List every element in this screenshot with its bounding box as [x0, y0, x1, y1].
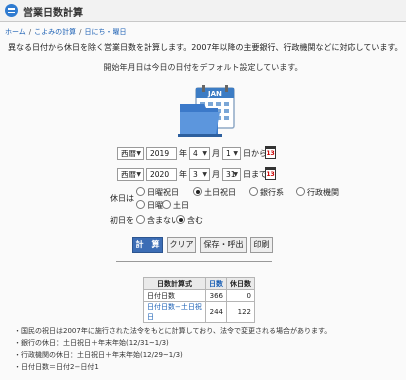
menu-list-icon	[5, 4, 18, 17]
radio-icon	[162, 200, 171, 209]
radio-selected-icon	[193, 187, 202, 196]
divider	[116, 261, 272, 262]
end-era-select[interactable]: 西暦 ▼	[117, 168, 144, 181]
holiday-option-sat-sun-holiday[interactable]: 土日祝日	[193, 187, 236, 198]
holiday-label: 休日は	[110, 194, 134, 203]
end-date-row: 西暦 ▼ 2020 年 3 ▼ 月 31 ▼ 日まで 13	[117, 167, 287, 182]
holiday-option-sunday[interactable]: 日曜	[136, 200, 163, 211]
end-day-suffix: 日まで	[243, 170, 267, 179]
footnote-item: ・国民の祝日は2007年に施行された法令をもとに計算しており、法令で変更される場…	[14, 327, 332, 335]
row-label: 日付日数	[143, 289, 206, 302]
radio-icon	[249, 187, 258, 196]
results-table: 日数計算式 日数 休日数 日付日数 366 0 日付日数−土日祝日 244 12…	[143, 277, 255, 323]
holiday-option-bank[interactable]: 銀行系	[249, 187, 284, 198]
table-row: 日付日数 366 0	[143, 289, 255, 302]
start-month-select[interactable]: 4 ▼	[189, 147, 210, 160]
footnote-item: ・行政機関の休日：土日祝日＋年末年始(12/29~1/3)	[14, 351, 183, 359]
end-calendar-icon[interactable]: 13	[265, 167, 276, 180]
footnote-item: ・銀行の休日：土日祝日＋年末年始(12/31~1/3)	[14, 339, 169, 347]
radio-selected-icon	[176, 215, 185, 224]
save-load-button[interactable]: 保存・呼出	[200, 237, 247, 253]
first-day-option-include[interactable]: 含む	[176, 215, 203, 226]
radio-icon	[136, 187, 145, 196]
breadcrumb-date-link[interactable]: 日にち・曜日	[85, 28, 127, 36]
first-day-option-exclude[interactable]: 含まない	[136, 215, 179, 226]
row-days: 244	[205, 301, 227, 323]
end-month-unit: 月	[212, 170, 220, 179]
results-header-row: 日数計算式 日数 休日数	[143, 277, 255, 290]
footnote-item: ・日付日数＝日付2−日付1	[14, 363, 99, 371]
breadcrumb-home-link[interactable]: ホーム	[5, 28, 26, 36]
calendar-illustration-icon: JAN	[178, 85, 235, 137]
start-day-select[interactable]: 1 ▼	[222, 147, 241, 160]
row-days: 366	[205, 289, 227, 302]
start-day-suffix: 日から	[243, 149, 267, 158]
print-button[interactable]: 印刷	[250, 237, 273, 253]
end-year-unit: 年	[179, 170, 187, 179]
breadcrumb-calendar-link[interactable]: こよみの計算	[34, 28, 76, 36]
end-month-select[interactable]: 3 ▼	[189, 168, 210, 181]
table-row: 日付日数−土日祝日 244 122	[143, 301, 255, 323]
radio-icon	[136, 215, 145, 224]
calculate-button[interactable]: 計 算	[132, 237, 163, 253]
start-year-unit: 年	[179, 149, 187, 158]
start-year-input[interactable]: 2019	[146, 147, 177, 160]
default-note: 開始年月日は今日の日付をデフォルト設定しています。	[103, 63, 303, 72]
holiday-option-weekend[interactable]: 土日	[162, 200, 189, 211]
page-description: 異なる日付から休日を除く営業日数を計算します。2007年以降の主要銀行、行政機関…	[8, 43, 403, 52]
breadcrumb: ホーム / こよみの計算 / 日にち・曜日	[5, 28, 127, 36]
header-holidays: 休日数	[226, 277, 255, 290]
app-header: 営業日数計算	[0, 0, 406, 22]
clear-button[interactable]: クリア	[167, 237, 196, 253]
end-year-input[interactable]: 2020	[146, 168, 177, 181]
start-era-select[interactable]: 西暦 ▼	[117, 147, 144, 160]
row-holidays: 122	[226, 301, 255, 323]
holiday-option-sun-holiday[interactable]: 日曜祝日	[136, 187, 179, 198]
calendar-month-label: JAN	[207, 90, 222, 98]
start-date-row: 西暦 ▼ 2019 年 4 ▼ 月 1 ▼ 日から 13	[117, 146, 287, 161]
radio-icon	[136, 200, 145, 209]
first-day-label: 初日を	[110, 216, 134, 225]
row-holidays: 0	[226, 289, 255, 302]
start-calendar-icon[interactable]: 13	[265, 146, 276, 159]
row-label: 日付日数−土日祝日	[143, 301, 206, 323]
radio-icon	[296, 187, 305, 196]
start-month-unit: 月	[212, 149, 220, 158]
end-day-select[interactable]: 31 ▼	[222, 168, 241, 181]
holiday-option-government[interactable]: 行政機関	[296, 187, 339, 198]
header-days: 日数	[205, 277, 227, 290]
page-title: 営業日数計算	[23, 8, 83, 19]
header-formula: 日数計算式	[143, 277, 206, 290]
